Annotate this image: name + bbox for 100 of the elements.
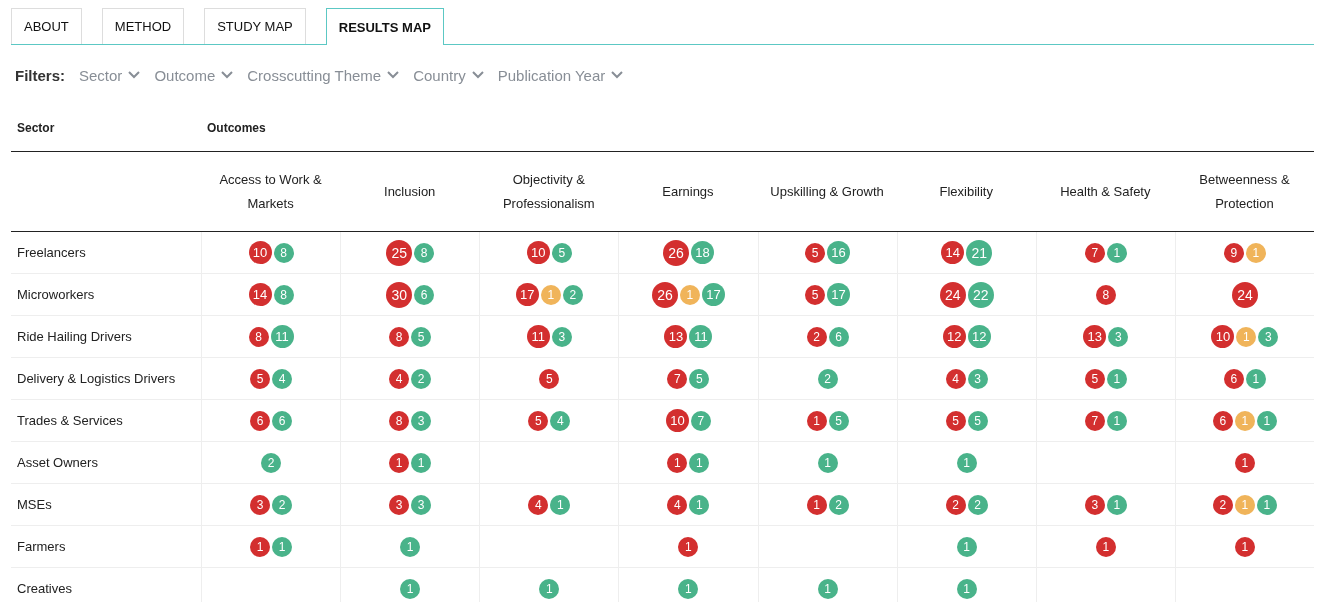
filter-dropdown[interactable]: Sector <box>79 66 123 84</box>
count-bubble[interactable]: 1 <box>956 452 977 473</box>
count-bubble[interactable]: 1 <box>539 578 560 599</box>
count-bubble[interactable]: 1 <box>667 452 688 473</box>
count-bubble[interactable]: 6 <box>250 410 271 431</box>
count-bubble[interactable]: 4 <box>667 494 688 515</box>
count-bubble[interactable]: 1 <box>678 578 699 599</box>
filter-dropdown[interactable]: Country <box>413 66 466 84</box>
tab[interactable]: STUDY MAP <box>204 8 306 44</box>
count-bubble[interactable]: 1 <box>400 536 421 557</box>
count-bubble[interactable]: 1 <box>817 578 838 599</box>
count-bubble[interactable]: 1 <box>1106 410 1127 431</box>
count-bubble[interactable]: 11 <box>526 325 550 348</box>
count-bubble[interactable]: 26 <box>662 239 689 266</box>
count-bubble[interactable]: 1 <box>679 284 700 305</box>
count-bubble[interactable]: 2 <box>411 368 432 389</box>
count-bubble[interactable]: 1 <box>272 536 293 557</box>
count-bubble[interactable]: 13 <box>1083 325 1107 348</box>
count-bubble[interactable]: 3 <box>1258 326 1279 347</box>
count-bubble[interactable]: 6 <box>1223 368 1244 389</box>
count-bubble[interactable]: 9 <box>1223 242 1244 263</box>
count-bubble[interactable]: 3 <box>411 494 432 515</box>
count-bubble[interactable]: 1 <box>1095 536 1116 557</box>
count-bubble[interactable]: 1 <box>1106 368 1127 389</box>
count-bubble[interactable]: 8 <box>389 326 410 347</box>
filter-dropdown[interactable]: Outcome <box>154 66 216 84</box>
count-bubble[interactable]: 5 <box>945 410 966 431</box>
count-bubble[interactable]: 12 <box>967 325 991 348</box>
count-bubble[interactable]: 4 <box>550 410 571 431</box>
count-bubble[interactable]: 1 <box>400 578 421 599</box>
count-bubble[interactable]: 2 <box>806 326 827 347</box>
count-bubble[interactable]: 16 <box>827 241 851 264</box>
count-bubble[interactable]: 1 <box>806 494 827 515</box>
count-bubble[interactable]: 8 <box>273 284 294 305</box>
count-bubble[interactable]: 8 <box>248 326 269 347</box>
count-bubble[interactable]: 8 <box>389 410 410 431</box>
count-bubble[interactable]: 4 <box>528 494 549 515</box>
count-bubble[interactable]: 1 <box>411 452 432 473</box>
count-bubble[interactable]: 2 <box>1212 494 1233 515</box>
count-bubble[interactable]: 5 <box>828 410 849 431</box>
count-bubble[interactable]: 8 <box>273 242 294 263</box>
count-bubble[interactable]: 3 <box>1108 326 1129 347</box>
count-bubble[interactable]: 24 <box>939 281 966 308</box>
count-bubble[interactable]: 10 <box>526 241 550 264</box>
count-bubble[interactable]: 1 <box>1236 326 1257 347</box>
filter-dropdown[interactable]: Publication Year <box>497 66 606 84</box>
count-bubble[interactable]: 3 <box>551 326 572 347</box>
count-bubble[interactable]: 8 <box>414 242 435 263</box>
count-bubble[interactable]: 7 <box>667 368 688 389</box>
count-bubble[interactable]: 1 <box>1106 494 1127 515</box>
count-bubble[interactable]: 10 <box>248 241 272 264</box>
count-bubble[interactable]: 11 <box>689 325 713 348</box>
count-bubble[interactable]: 17 <box>827 283 851 306</box>
count-bubble[interactable]: 10 <box>1211 325 1235 348</box>
count-bubble[interactable]: 25 <box>386 239 413 266</box>
count-bubble[interactable]: 1 <box>1256 494 1277 515</box>
count-bubble[interactable]: 5 <box>805 284 826 305</box>
tab[interactable]: ABOUT <box>11 8 82 44</box>
count-bubble[interactable]: 7 <box>1084 410 1105 431</box>
count-bubble[interactable]: 4 <box>389 368 410 389</box>
count-bubble[interactable]: 2 <box>828 494 849 515</box>
count-bubble[interactable]: 5 <box>967 410 988 431</box>
count-bubble[interactable]: 5 <box>1084 368 1105 389</box>
count-bubble[interactable]: 1 <box>806 410 827 431</box>
count-bubble[interactable]: 4 <box>272 368 293 389</box>
tab[interactable]: METHOD <box>101 8 185 44</box>
count-bubble[interactable]: 1 <box>1106 242 1127 263</box>
count-bubble[interactable]: 24 <box>1231 281 1258 308</box>
count-bubble[interactable]: 26 <box>651 281 678 308</box>
count-bubble[interactable]: 6 <box>828 326 849 347</box>
count-bubble[interactable]: 7 <box>1084 242 1105 263</box>
count-bubble[interactable]: 17 <box>515 283 539 306</box>
count-bubble[interactable]: 3 <box>250 494 271 515</box>
filter-dropdown[interactable]: Crosscutting Theme <box>247 66 382 84</box>
count-bubble[interactable]: 13 <box>664 325 688 348</box>
count-bubble[interactable]: 18 <box>690 241 714 264</box>
count-bubble[interactable]: 2 <box>562 284 583 305</box>
count-bubble[interactable]: 5 <box>551 242 572 263</box>
count-bubble[interactable]: 21 <box>966 239 993 266</box>
count-bubble[interactable]: 3 <box>1084 494 1105 515</box>
count-bubble[interactable]: 14 <box>248 283 272 306</box>
count-bubble[interactable]: 3 <box>411 410 432 431</box>
count-bubble[interactable]: 1 <box>1245 242 1266 263</box>
count-bubble[interactable]: 17 <box>701 283 725 306</box>
count-bubble[interactable]: 5 <box>689 368 710 389</box>
count-bubble[interactable]: 1 <box>389 452 410 473</box>
count-bubble[interactable]: 7 <box>690 410 711 431</box>
count-bubble[interactable]: 6 <box>1212 410 1233 431</box>
count-bubble[interactable]: 1 <box>540 284 561 305</box>
count-bubble[interactable]: 1 <box>817 452 838 473</box>
count-bubble[interactable]: 10 <box>665 409 689 432</box>
count-bubble[interactable]: 1 <box>678 536 699 557</box>
count-bubble[interactable]: 3 <box>967 368 988 389</box>
count-bubble[interactable]: 1 <box>689 452 710 473</box>
count-bubble[interactable]: 8 <box>1095 284 1116 305</box>
count-bubble[interactable]: 1 <box>250 536 271 557</box>
tab[interactable]: RESULTS MAP <box>325 8 444 45</box>
count-bubble[interactable]: 2 <box>945 494 966 515</box>
count-bubble[interactable]: 1 <box>1256 410 1277 431</box>
count-bubble[interactable]: 5 <box>411 326 432 347</box>
